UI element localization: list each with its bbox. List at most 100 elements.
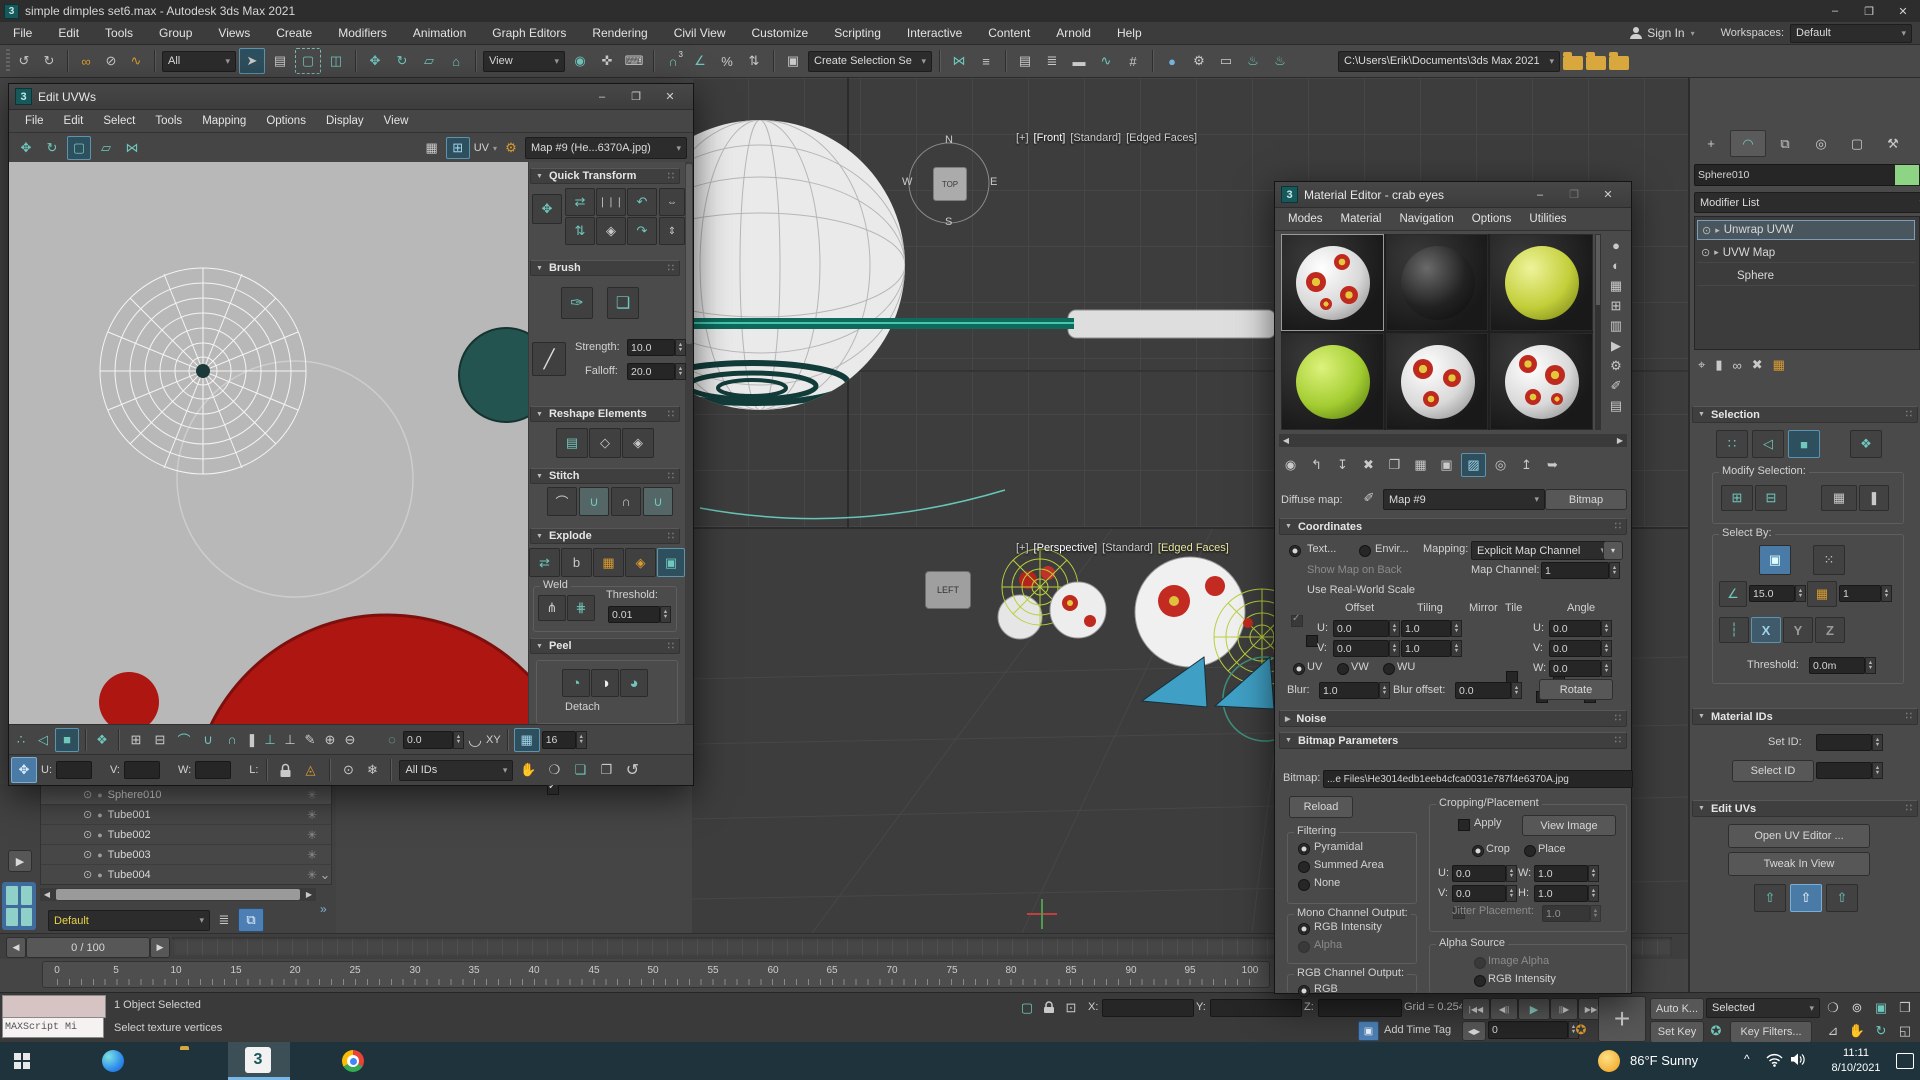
tab-motion[interactable]: ◎ <box>1804 131 1838 156</box>
panel-scrollbar[interactable] <box>685 162 693 724</box>
key-mode-icon[interactable]: ✪ <box>1572 1021 1590 1039</box>
maxscript-mini-listener-pink[interactable] <box>2 995 106 1018</box>
qt-space-v-icon[interactable]: ❘❘❘ <box>596 188 626 216</box>
uvw-maximize-button[interactable]: ❐ <box>619 87 653 106</box>
select-by-planar-icon[interactable]: ▦ <box>1807 581 1837 607</box>
menu-tools[interactable]: Tools <box>92 26 146 40</box>
zoom-extents-selected-icon[interactable]: ❐ <box>595 758 617 782</box>
select-loop-grow-icon[interactable]: ∪ <box>197 729 219 751</box>
stack-item-sphere[interactable]: Sphere <box>1697 266 1915 286</box>
mapping-dropdown-button[interactable]: ▾ <box>1603 541 1623 560</box>
object-name-field[interactable]: Sphere010 <box>1694 164 1898 186</box>
rollout-brush[interactable]: Brush <box>530 260 680 276</box>
zoom-tool-icon[interactable]: ❍ <box>543 758 565 782</box>
go-forward-sibling-icon[interactable]: ➥ <box>1541 454 1564 476</box>
scroll-thumb[interactable] <box>56 889 300 900</box>
angle-u-spinner[interactable]: 0.0 <box>1549 620 1612 637</box>
blur-offset-spinner[interactable]: 0.0 <box>1455 682 1522 699</box>
loop-selection-icon[interactable]: ❚ <box>1859 485 1889 511</box>
object-color-swatch[interactable] <box>1894 164 1920 186</box>
qt-linear-h-icon[interactable]: ⇔ <box>659 188 685 216</box>
strength-spinner[interactable]: 10.0 <box>627 339 686 356</box>
front-viewport-label[interactable]: [+] [Front] [Standard] [Edged Faces] <box>1016 132 1197 144</box>
uvw-menu-edit[interactable]: Edit <box>54 115 94 127</box>
visibility-eye-icon[interactable]: ⊙ <box>83 808 92 821</box>
show-grid-icon[interactable]: ⊞ <box>446 137 470 159</box>
show-map-checker-icon[interactable]: ▦ <box>422 138 442 158</box>
mapping-dropdown[interactable]: Explicit Map Channel <box>1471 541 1611 560</box>
soft-selection-spinner[interactable]: 0.0 <box>403 731 464 749</box>
relax-icon[interactable]: ◈ <box>622 428 654 458</box>
scroll-right-icon[interactable]: ▶ <box>302 888 316 901</box>
paint-move-brush-icon[interactable]: ✑ <box>561 287 593 319</box>
freeze-selected-icon[interactable]: ❄ <box>362 758 382 782</box>
vertex-mode-icon[interactable]: ∷ <box>1716 430 1748 458</box>
compass-west[interactable]: W <box>902 176 912 188</box>
track-bar[interactable]: 0 5 10 15 20 25 30 35 40 45 50 55 60 65 … <box>42 961 1270 988</box>
align-y-button[interactable]: Y <box>1783 617 1813 643</box>
me-titlebar[interactable]: 3 Material Editor - crab eyes – ❐ ✕ <box>1275 182 1631 208</box>
edit-named-sets-icon[interactable]: ▣ <box>781 49 805 73</box>
toggle-layer-explorer-icon[interactable]: ≣ <box>1040 49 1064 73</box>
explorer-more-chevrons[interactable]: » <box>320 902 327 916</box>
chrome-taskbar-icon[interactable] <box>342 1050 364 1072</box>
uvw-map-dropdown[interactable]: Map #9 (He...6370A.jpg) <box>525 137 687 159</box>
align-to-edge2-icon[interactable]: ⊥ <box>281 729 299 751</box>
uv-element-icon[interactable]: ❖ <box>92 729 112 751</box>
weld-selected-icon[interactable]: ⋕ <box>567 595 595 621</box>
offset-v-spinner[interactable]: 0.0 <box>1333 640 1400 657</box>
w-field[interactable] <box>195 761 231 779</box>
uvw-scale-icon[interactable]: ▱ <box>95 137 117 159</box>
snap-settings-icon[interactable]: ↺ <box>621 758 643 782</box>
select-id-button[interactable]: Select ID <box>1732 760 1814 782</box>
preview-filter-icon[interactable]: ◬ <box>299 758 321 782</box>
rollout-peel[interactable]: Peel <box>530 638 680 654</box>
frozen-dot-icon[interactable]: ● <box>97 870 102 880</box>
viewport-view-name[interactable]: [Perspective] <box>1034 542 1098 554</box>
stack-item-unwrap-uvw[interactable]: ⊙ ▸ Unwrap UVW <box>1697 220 1915 240</box>
lock-selection-icon[interactable] <box>275 758 295 782</box>
uv-edge-mode-icon[interactable]: ◁ <box>33 729 53 751</box>
ring-selection-icon[interactable]: ▦ <box>1821 485 1857 511</box>
uvw-menu-select[interactable]: Select <box>93 115 145 127</box>
stitch-to-target-icon[interactable]: ∪ <box>579 487 609 516</box>
zoom-extents-icon[interactable]: ▣ <box>1870 998 1892 1018</box>
me-menu-utilities[interactable]: Utilities <box>1520 213 1575 225</box>
flatten-by-face-icon[interactable]: ◈ <box>625 548 656 577</box>
set-key-button[interactable]: Set Key <box>1650 1021 1704 1043</box>
visibility-eye-icon[interactable]: ⊙ <box>1701 246 1710 259</box>
visibility-eye-icon[interactable]: ⊙ <box>1702 224 1711 237</box>
angle-v-spinner[interactable]: 0.0 <box>1549 640 1612 657</box>
select-element-icon[interactable]: ❖ <box>1850 430 1882 458</box>
map-channel-spinner[interactable]: 1 <box>1541 562 1620 579</box>
compass-north[interactable]: N <box>945 134 953 146</box>
time-tag-icon[interactable]: ▣ <box>1358 1021 1379 1041</box>
uvw-minimize-button[interactable]: – <box>585 87 619 106</box>
clock[interactable]: 11:11 8/10/2021 <box>1828 1046 1884 1076</box>
open-uv-editor-button[interactable]: Open UV Editor ... <box>1728 824 1870 848</box>
straighten-icon[interactable]: ▤ <box>556 428 588 458</box>
material-options-icon[interactable]: ⚙ <box>1606 356 1626 375</box>
material-slot-crab-eyes[interactable] <box>1281 234 1384 331</box>
make-unique-icon[interactable]: ❐ <box>1383 454 1406 476</box>
modifier-list-dropdown[interactable]: Modifier List <box>1694 192 1920 213</box>
menu-graph-editors[interactable]: Graph Editors <box>479 26 579 40</box>
x-coordinate-field[interactable] <box>1102 999 1194 1017</box>
quick-planar-map-icon[interactable]: ⇧ <box>1754 884 1786 912</box>
material-navigator-icon[interactable]: ▤ <box>1606 396 1626 415</box>
flatten-by-id-icon[interactable]: b <box>561 548 592 577</box>
relax-brush-icon[interactable]: ❑ <box>607 287 639 319</box>
qt-move-icon[interactable]: ✥ <box>532 194 562 224</box>
uv-shrink-selection-icon[interactable]: ⊟ <box>149 729 171 751</box>
tab-hierarchy[interactable]: ⧉ <box>1768 131 1802 156</box>
quick-peel-icon[interactable]: ◑ <box>591 669 619 697</box>
material-editor-icon[interactable]: ● <box>1160 49 1184 73</box>
select-by-name-icon[interactable]: ▤ <box>268 49 292 73</box>
threshold-spinner[interactable]: 0.0m <box>1809 657 1876 674</box>
rollout-stitch[interactable]: Stitch <box>530 468 680 484</box>
material-slot-crab-eyes-3[interactable] <box>1490 333 1593 430</box>
stitch-to-source-icon[interactable]: ∩ <box>611 487 641 516</box>
me-horizontal-scrollbar[interactable]: ◀ ▶ <box>1279 434 1627 447</box>
falloff-spinner[interactable]: 20.0 <box>627 363 686 380</box>
uvw-menu-file[interactable]: File <box>15 115 54 127</box>
